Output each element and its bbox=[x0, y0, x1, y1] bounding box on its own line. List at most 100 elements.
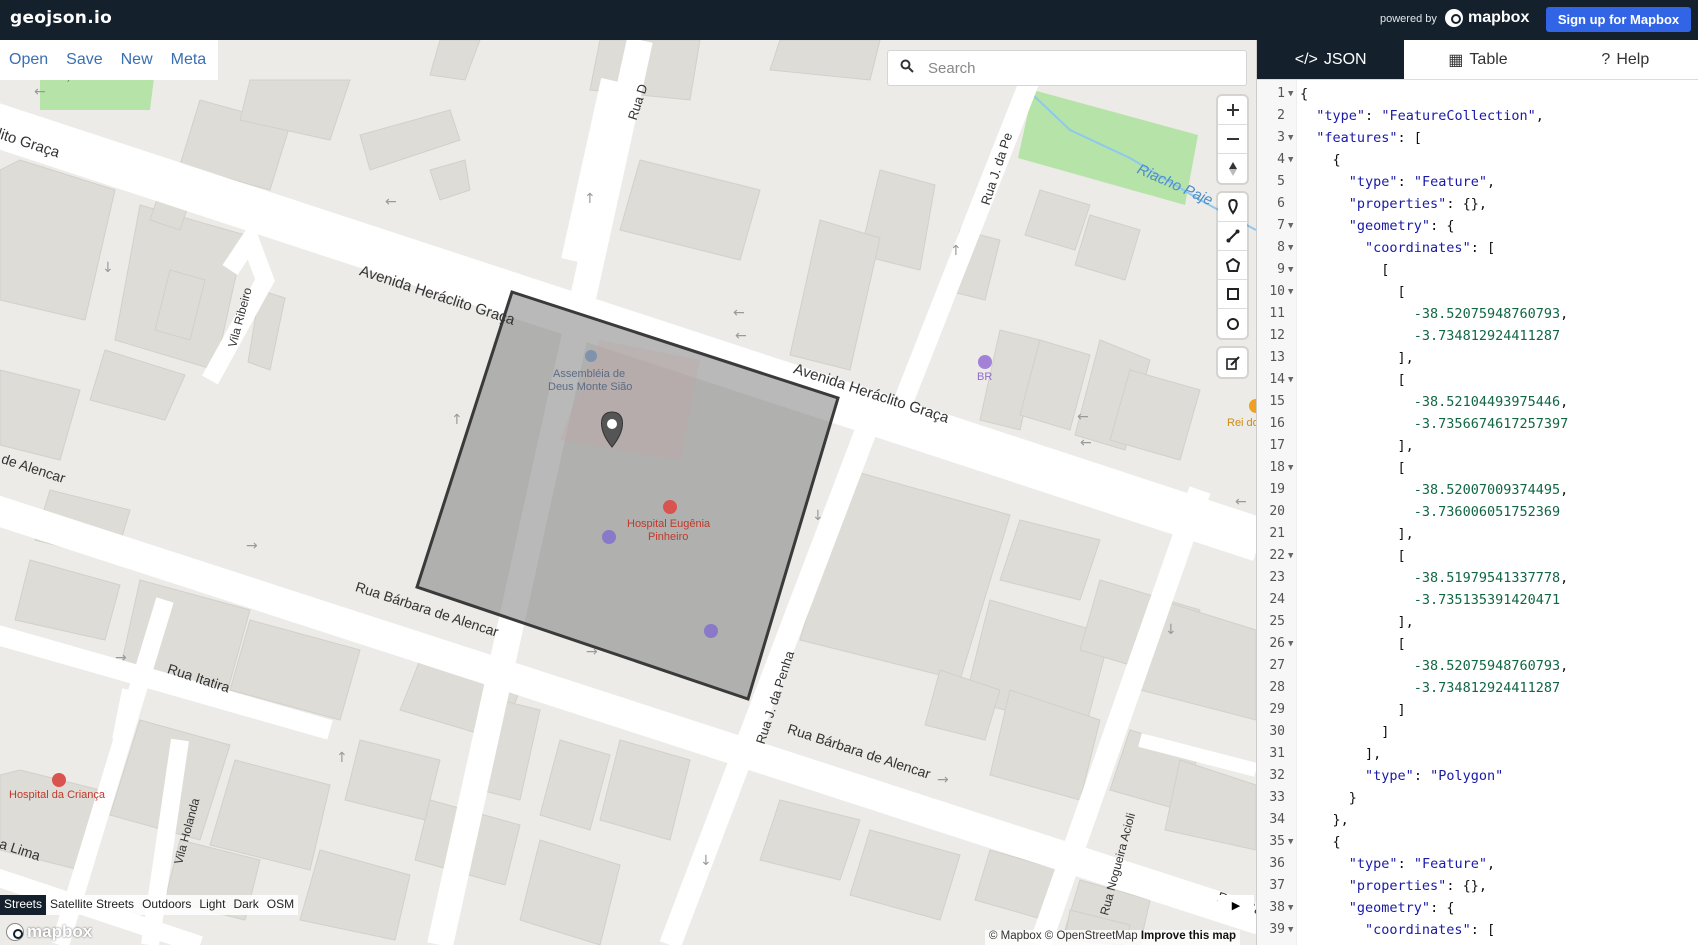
save-menu[interactable]: Save bbox=[66, 51, 102, 69]
editor-line[interactable]: 31 ], bbox=[1257, 743, 1698, 765]
meta-menu[interactable]: Meta bbox=[171, 51, 207, 69]
fold-arrow-icon[interactable]: ▼ bbox=[1288, 545, 1293, 567]
new-menu[interactable]: New bbox=[121, 51, 153, 69]
fold-arrow-icon[interactable]: ▼ bbox=[1288, 457, 1293, 479]
editor-line[interactable]: 30 ] bbox=[1257, 721, 1698, 743]
code-text: "properties": {}, bbox=[1348, 878, 1487, 894]
editor-line[interactable]: 33 } bbox=[1257, 787, 1698, 809]
signup-button[interactable]: Sign up for Mapbox bbox=[1546, 7, 1691, 32]
editor-line[interactable]: 18 ▼ [ bbox=[1257, 457, 1698, 479]
line-number: 19 bbox=[1269, 482, 1285, 497]
editor-line[interactable]: 27 -38.52075948760793, bbox=[1257, 655, 1698, 677]
line-number: 22 bbox=[1269, 548, 1285, 563]
editor-line[interactable]: 32 "type": "Polygon" bbox=[1257, 765, 1698, 787]
editor-line[interactable]: 11 -38.52075948760793, bbox=[1257, 303, 1698, 325]
map-style-satellite-streets[interactable]: Satellite Streets bbox=[46, 895, 138, 915]
tab-table[interactable]: ▦ Table bbox=[1404, 40, 1551, 79]
line-number: 23 bbox=[1269, 570, 1285, 585]
svg-text:←: ← bbox=[1235, 494, 1247, 510]
search-input[interactable] bbox=[926, 58, 1226, 78]
fold-arrow-icon[interactable]: ▼ bbox=[1288, 259, 1293, 281]
json-editor[interactable]: 1 ▼{2 "type": "FeatureCollection", 3 ▼ "fea… bbox=[1257, 80, 1698, 945]
plus-icon bbox=[1226, 104, 1239, 116]
editor-line[interactable]: 39 ▼ "coordinates": [ bbox=[1257, 919, 1698, 941]
editor-line[interactable]: 21 ], bbox=[1257, 523, 1698, 545]
code-text: ], bbox=[1300, 350, 1414, 366]
editor-line[interactable]: 4 ▼ { bbox=[1257, 149, 1698, 171]
editor-line[interactable]: 12 -3.734812924411287 bbox=[1257, 325, 1698, 347]
editor-line[interactable]: 1 ▼ { bbox=[1257, 83, 1698, 105]
editor-line[interactable]: 14 ▼ [ bbox=[1257, 369, 1698, 391]
line-number: 30 bbox=[1269, 724, 1285, 739]
fold-arrow-icon[interactable]: ▼ bbox=[1288, 633, 1293, 655]
fold-arrow-icon[interactable]: ▼ bbox=[1288, 831, 1293, 853]
map-style-light[interactable]: Light bbox=[195, 895, 229, 915]
map-mapbox-logo[interactable]: mapbox bbox=[6, 922, 92, 942]
editor-line[interactable]: 2 "type": "FeatureCollection", bbox=[1257, 105, 1698, 127]
fold-arrow-icon[interactable]: ▼ bbox=[1288, 369, 1293, 391]
attrib-mapbox[interactable]: © Mapbox bbox=[989, 930, 1042, 942]
line-number: 4 bbox=[1277, 152, 1285, 167]
app-brand[interactable]: geojson.io bbox=[10, 8, 112, 28]
editor-line[interactable]: 24 -3.735135391420471 bbox=[1257, 589, 1698, 611]
attrib-osm[interactable]: © OpenStreetMap bbox=[1045, 930, 1138, 942]
fold-arrow-icon[interactable]: ▼ bbox=[1288, 237, 1293, 259]
editor-line[interactable]: 13 ], bbox=[1257, 347, 1698, 369]
editor-line[interactable]: 17 ], bbox=[1257, 435, 1698, 457]
draw-rectangle-button[interactable] bbox=[1218, 280, 1247, 309]
open-menu[interactable]: Open bbox=[9, 51, 48, 69]
mapbox-logo[interactable]: mapbox bbox=[1445, 9, 1529, 27]
editor-line[interactable]: 16 -3.7356674617257397 bbox=[1257, 413, 1698, 435]
editor-line[interactable]: 6 "properties": {}, bbox=[1257, 193, 1698, 215]
toggle-panel-button[interactable]: ▶ bbox=[1218, 895, 1254, 915]
editor-line[interactable]: 38 ▼ "geometry": { bbox=[1257, 897, 1698, 919]
map-style-outdoors[interactable]: Outdoors bbox=[138, 895, 195, 915]
tab-json[interactable]: </> JSON bbox=[1257, 40, 1405, 79]
map-style-streets[interactable]: Streets bbox=[0, 895, 47, 915]
draw-controls bbox=[1218, 193, 1247, 338]
editor-line[interactable]: 36 "type": "Feature", bbox=[1257, 853, 1698, 875]
editor-line[interactable]: 37 "properties": {}, bbox=[1257, 875, 1698, 897]
editor-line[interactable]: 19 -38.52007009374495, bbox=[1257, 479, 1698, 501]
editor-line[interactable]: 22 ▼ [ bbox=[1257, 545, 1698, 567]
line-number: 26 bbox=[1269, 636, 1285, 651]
zoom-out-button[interactable] bbox=[1218, 125, 1247, 154]
line-number: 27 bbox=[1269, 658, 1285, 673]
edit-button[interactable] bbox=[1218, 348, 1247, 377]
compass-button[interactable] bbox=[1218, 154, 1247, 183]
attrib-improve[interactable]: Improve this map bbox=[1141, 930, 1236, 942]
draw-marker-button[interactable] bbox=[1218, 193, 1247, 222]
editor-line[interactable]: 9 ▼ [ bbox=[1257, 259, 1698, 281]
line-number: 9 bbox=[1277, 262, 1285, 277]
fold-arrow-icon[interactable]: ▼ bbox=[1288, 281, 1293, 303]
editor-line[interactable]: 35 ▼ { bbox=[1257, 831, 1698, 853]
map-style-dark[interactable]: Dark bbox=[229, 895, 262, 915]
editor-line[interactable]: 15 -38.52104493975446, bbox=[1257, 391, 1698, 413]
editor-line[interactable]: 29 ] bbox=[1257, 699, 1698, 721]
fold-arrow-icon[interactable]: ▼ bbox=[1288, 149, 1293, 171]
draw-line-button[interactable] bbox=[1218, 222, 1247, 251]
fold-arrow-icon[interactable]: ▼ bbox=[1288, 919, 1293, 941]
fold-arrow-icon[interactable]: ▼ bbox=[1288, 127, 1293, 149]
map-canvas[interactable]: ←←← ←←← ←→→ →→ ↑↑↑ ↑↓↓ ↓↓ Praça do Banco… bbox=[0, 40, 1256, 945]
editor-line[interactable]: 26 ▼ [ bbox=[1257, 633, 1698, 655]
draw-polygon-button[interactable] bbox=[1218, 251, 1247, 280]
fold-arrow-icon[interactable]: ▼ bbox=[1288, 897, 1293, 919]
editor-line[interactable]: 34 }, bbox=[1257, 809, 1698, 831]
editor-line[interactable]: 28 -3.734812924411287 bbox=[1257, 677, 1698, 699]
zoom-in-button[interactable] bbox=[1218, 96, 1247, 125]
editor-line[interactable]: 23 -38.51979541337778, bbox=[1257, 567, 1698, 589]
editor-line[interactable]: 3 ▼ "features": [ bbox=[1257, 127, 1698, 149]
editor-line[interactable]: 8 ▼ "coordinates": [ bbox=[1257, 237, 1698, 259]
draw-circle-button[interactable] bbox=[1218, 309, 1247, 338]
fold-arrow-icon[interactable]: ▼ bbox=[1288, 83, 1293, 105]
tab-help[interactable]: ? Help bbox=[1552, 40, 1698, 79]
editor-line[interactable]: 20 -3.736006051752369 bbox=[1257, 501, 1698, 523]
editor-line[interactable]: 5 "type": "Feature", bbox=[1257, 171, 1698, 193]
editor-line[interactable]: 25 ], bbox=[1257, 611, 1698, 633]
fold-arrow-icon[interactable]: ▼ bbox=[1288, 215, 1293, 237]
editor-line[interactable]: 10 ▼ [ bbox=[1257, 281, 1698, 303]
map-style-osm[interactable]: OSM bbox=[263, 895, 298, 915]
line-number: 13 bbox=[1269, 350, 1285, 365]
editor-line[interactable]: 7 ▼ "geometry": { bbox=[1257, 215, 1698, 237]
